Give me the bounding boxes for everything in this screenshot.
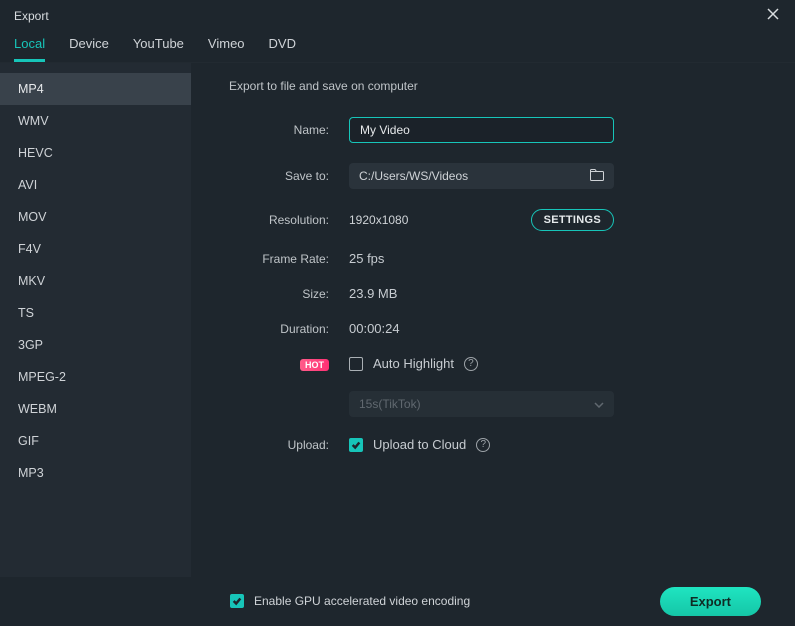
dropdown-value: 15s(TikTok) (359, 397, 421, 411)
uploadcloud-checkbox[interactable] (349, 438, 363, 452)
resolution-value: 1920x1080 (349, 213, 408, 227)
close-icon[interactable] (763, 5, 783, 27)
format-wmv[interactable]: WMV (0, 105, 191, 137)
format-avi[interactable]: AVI (0, 169, 191, 201)
format-mp3[interactable]: MP3 (0, 457, 191, 489)
chevron-down-icon (594, 397, 604, 411)
framerate-label: Frame Rate: (229, 252, 329, 266)
tab-local[interactable]: Local (14, 36, 45, 62)
autohighlight-label: Auto Highlight (373, 356, 454, 371)
resolution-label: Resolution: (229, 213, 329, 227)
settings-button[interactable]: SETTINGS (531, 209, 614, 231)
format-mov[interactable]: MOV (0, 201, 191, 233)
format-mkv[interactable]: MKV (0, 265, 191, 297)
folder-icon[interactable] (590, 169, 604, 184)
tab-youtube[interactable]: YouTube (133, 36, 184, 62)
format-f4v[interactable]: F4V (0, 233, 191, 265)
tab-dvd[interactable]: DVD (269, 36, 296, 62)
format-ts[interactable]: TS (0, 297, 191, 329)
size-label: Size: (229, 287, 329, 301)
uploadcloud-label: Upload to Cloud (373, 437, 466, 452)
format-webm[interactable]: WEBM (0, 393, 191, 425)
format-mpeg2[interactable]: MPEG-2 (0, 361, 191, 393)
gpu-checkbox[interactable] (230, 594, 244, 608)
autohighlight-dropdown: 15s(TikTok) (349, 391, 614, 417)
name-input[interactable] (349, 117, 614, 143)
saveto-value: C:/Users/WS/Videos (359, 169, 468, 183)
size-value: 23.9 MB (349, 286, 397, 301)
saveto-label: Save to: (229, 169, 329, 183)
format-3gp[interactable]: 3GP (0, 329, 191, 361)
tab-device[interactable]: Device (69, 36, 109, 62)
window-title: Export (14, 9, 49, 23)
framerate-value: 25 fps (349, 251, 384, 266)
format-gif[interactable]: GIF (0, 425, 191, 457)
saveto-field[interactable]: C:/Users/WS/Videos (349, 163, 614, 189)
help-icon[interactable]: ? (464, 357, 478, 371)
tab-vimeo[interactable]: Vimeo (208, 36, 245, 62)
duration-value: 00:00:24 (349, 321, 400, 336)
export-tabs: Local Device YouTube Vimeo DVD (0, 30, 795, 63)
content-header: Export to file and save on computer (229, 79, 757, 93)
upload-label: Upload: (229, 438, 329, 452)
duration-label: Duration: (229, 322, 329, 336)
hot-badge: HOT (300, 359, 329, 371)
autohighlight-checkbox[interactable] (349, 357, 363, 371)
name-label: Name: (229, 123, 329, 137)
export-button[interactable]: Export (660, 587, 761, 616)
format-hevc[interactable]: HEVC (0, 137, 191, 169)
gpu-label: Enable GPU accelerated video encoding (254, 594, 470, 608)
format-mp4[interactable]: MP4 (0, 73, 191, 105)
format-sidebar: MP4 WMV HEVC AVI MOV F4V MKV TS 3GP MPEG… (0, 63, 191, 577)
help-icon[interactable]: ? (476, 438, 490, 452)
